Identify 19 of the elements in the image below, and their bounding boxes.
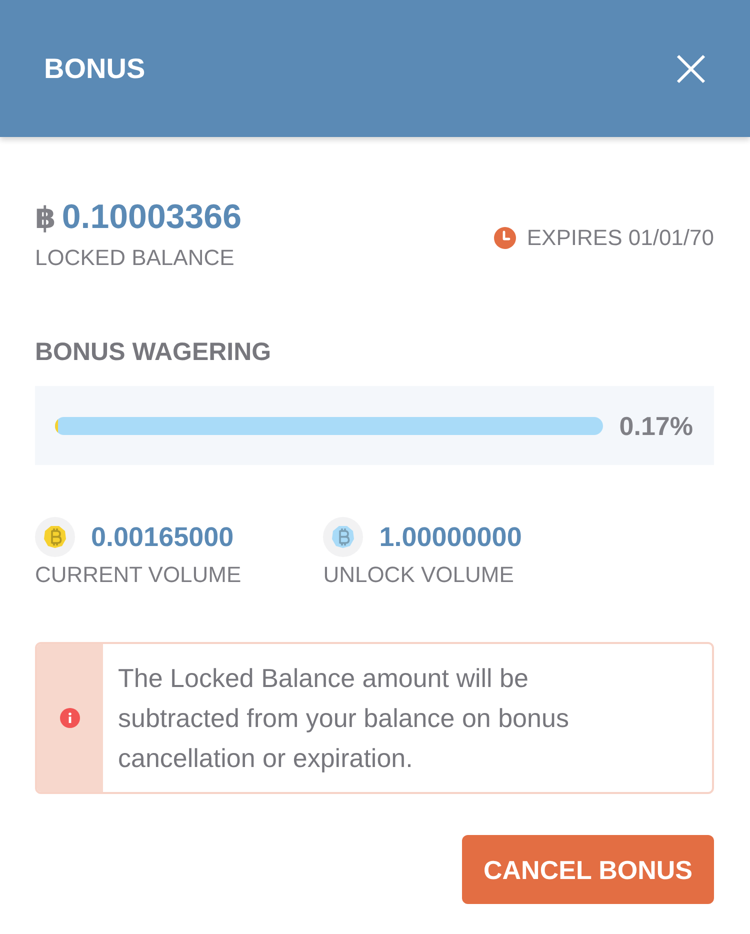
volume-amount: 0.00165000 xyxy=(91,521,234,554)
notice-text: The Locked Balance amount will be subtracted from your balance on bonus cancellation or expiration. xyxy=(117,662,570,775)
volume-label: CURRENT VOLUME xyxy=(35,562,242,588)
cancel-bonus-button[interactable]: CANCEL BONUS xyxy=(462,835,714,904)
clock-icon xyxy=(494,227,516,249)
coin-icon xyxy=(323,517,364,557)
info-icon xyxy=(60,708,80,728)
currency-symbol: ฿ xyxy=(35,200,56,238)
balance-amount: 0.10003366 xyxy=(62,197,242,237)
close-button[interactable] xyxy=(676,54,706,84)
close-icon xyxy=(676,54,706,84)
coin-icon xyxy=(35,517,75,557)
expiry-date: EXPIRES 01/01/70 xyxy=(526,225,714,251)
section-heading: BONUS WAGERING xyxy=(35,337,272,367)
balance-label: LOCKED BALANCE xyxy=(35,245,236,271)
volume-amount: 1.00000000 xyxy=(379,521,522,554)
dialog-title: BONUS xyxy=(44,52,146,86)
progress-percent: 0.17% xyxy=(619,410,693,440)
volume-label: UNLOCK VOLUME xyxy=(323,562,515,588)
